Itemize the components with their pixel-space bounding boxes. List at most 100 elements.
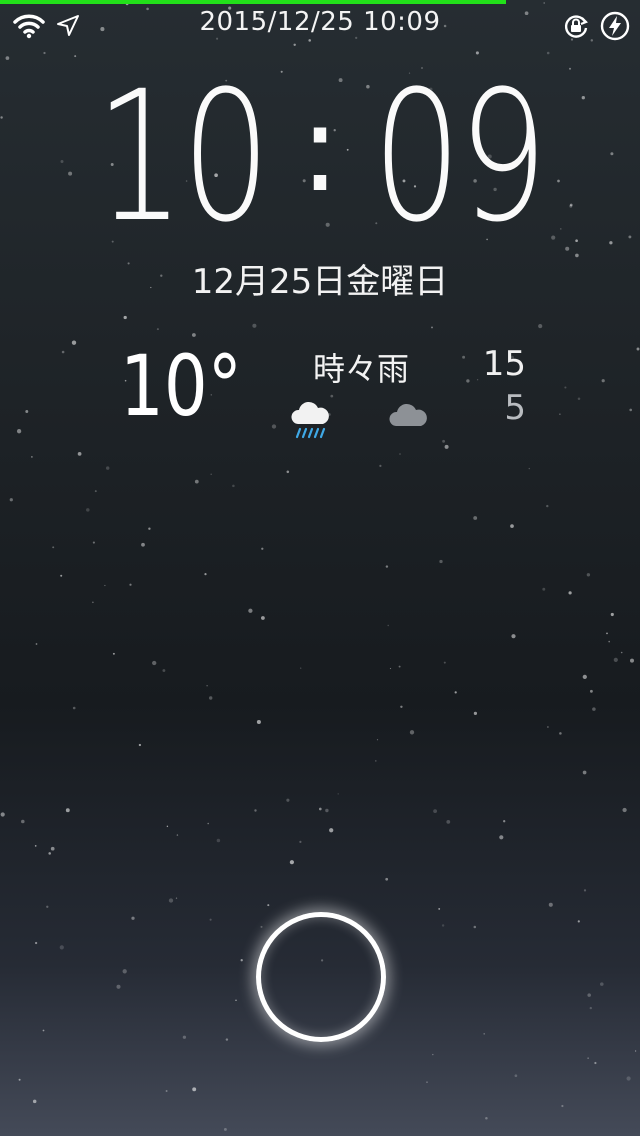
star-dot: [52, 546, 55, 549]
star-dot: [286, 470, 290, 474]
charging-bolt-icon: [600, 11, 630, 45]
star-dot: [636, 347, 640, 351]
star-dot: [209, 918, 212, 921]
star-dot: [546, 51, 550, 55]
star-dot: [608, 640, 610, 643]
clock-minutes: 09: [372, 53, 549, 262]
star-dot: [546, 504, 549, 508]
star-dot: [499, 835, 504, 840]
star-dot: [462, 355, 466, 359]
star-dot: [286, 798, 290, 802]
star-dot: [94, 490, 97, 493]
star-dot: [514, 1074, 518, 1078]
star-dot: [267, 904, 270, 907]
star-dot: [587, 1057, 589, 1059]
star-dot: [582, 674, 587, 680]
star-dot: [329, 828, 334, 833]
star-dot: [586, 573, 591, 577]
star-dot: [182, 1035, 187, 1039]
star-dot: [583, 889, 587, 892]
star-dot: [104, 584, 106, 587]
star-dot: [587, 993, 591, 997]
star-dot: [207, 822, 209, 825]
star-dot: [77, 452, 82, 456]
star-dot: [542, 587, 546, 591]
cloud-icon: [388, 400, 428, 434]
star-dot: [123, 315, 127, 320]
star-dot: [86, 508, 90, 512]
star-dot: [400, 705, 403, 708]
rain-cloud-icon: [290, 400, 330, 448]
star-dot: [473, 925, 477, 929]
star-dot: [248, 608, 253, 613]
star-dot: [426, 1081, 428, 1083]
star-dot: [375, 760, 377, 762]
star-dot: [299, 840, 302, 844]
unlock-ring-button[interactable]: [256, 912, 386, 1042]
star-dot: [600, 982, 604, 986]
star-dot: [577, 920, 580, 923]
star-dot: [439, 559, 443, 564]
star-dot: [548, 902, 553, 907]
star-dot: [444, 444, 449, 449]
star-dot: [634, 1050, 637, 1052]
star-dot: [48, 852, 51, 855]
star-dot: [72, 706, 76, 710]
star-dot: [610, 612, 614, 617]
star-dot: [209, 696, 213, 700]
star-dot: [61, 350, 65, 354]
status-bar: 2015/12/25 10:09: [0, 4, 640, 44]
star-dot: [442, 439, 446, 443]
lockscreen-clock: 10:09: [0, 68, 640, 248]
star-dot: [483, 1033, 485, 1035]
star-dot: [129, 583, 132, 586]
star-dot: [25, 410, 29, 413]
star-dot: [112, 652, 115, 655]
star-dot: [613, 657, 618, 662]
star-dot: [194, 479, 199, 484]
star-dot: [46, 905, 49, 908]
star-dot: [0, 812, 5, 817]
star-dot: [225, 1038, 229, 1041]
star-dot: [35, 643, 38, 645]
clock-hours: 10: [95, 53, 271, 262]
star-dot: [379, 464, 382, 468]
star-dot: [385, 877, 389, 881]
star-dot: [138, 743, 142, 747]
star-dot: [629, 408, 633, 412]
star-dot: [473, 711, 478, 716]
star-dot: [74, 55, 77, 58]
star-dot: [92, 541, 95, 544]
star-dot: [559, 732, 562, 735]
temperature-high: 15: [482, 344, 526, 384]
star-dot: [511, 634, 516, 639]
star-dot: [32, 1099, 37, 1104]
star-dot: [254, 809, 257, 812]
star-dot: [223, 1127, 227, 1131]
star-dot: [192, 1087, 197, 1092]
temperature-low: 5: [504, 388, 526, 428]
star-dot: [34, 845, 37, 847]
star-dot: [141, 542, 145, 547]
star-dot: [204, 573, 207, 576]
star-dot: [152, 660, 157, 666]
star-dot: [622, 807, 627, 813]
star-dot: [9, 498, 13, 502]
star-dot: [330, 394, 334, 398]
star-dot: [433, 809, 438, 814]
star-dot: [601, 379, 605, 383]
star-dot: [568, 591, 572, 595]
star-dot: [168, 898, 174, 903]
star-dot: [510, 524, 514, 528]
star-dot: [337, 793, 339, 795]
star-dot: [398, 665, 401, 668]
star-dot: [441, 924, 445, 927]
star-dot: [318, 807, 322, 811]
star-dot: [106, 466, 110, 470]
star-dot: [289, 860, 294, 865]
star-dot: [260, 925, 263, 928]
star-dot: [582, 770, 587, 775]
star-dot: [626, 1076, 631, 1081]
star-dot: [210, 473, 212, 475]
star-dot: [385, 565, 389, 568]
